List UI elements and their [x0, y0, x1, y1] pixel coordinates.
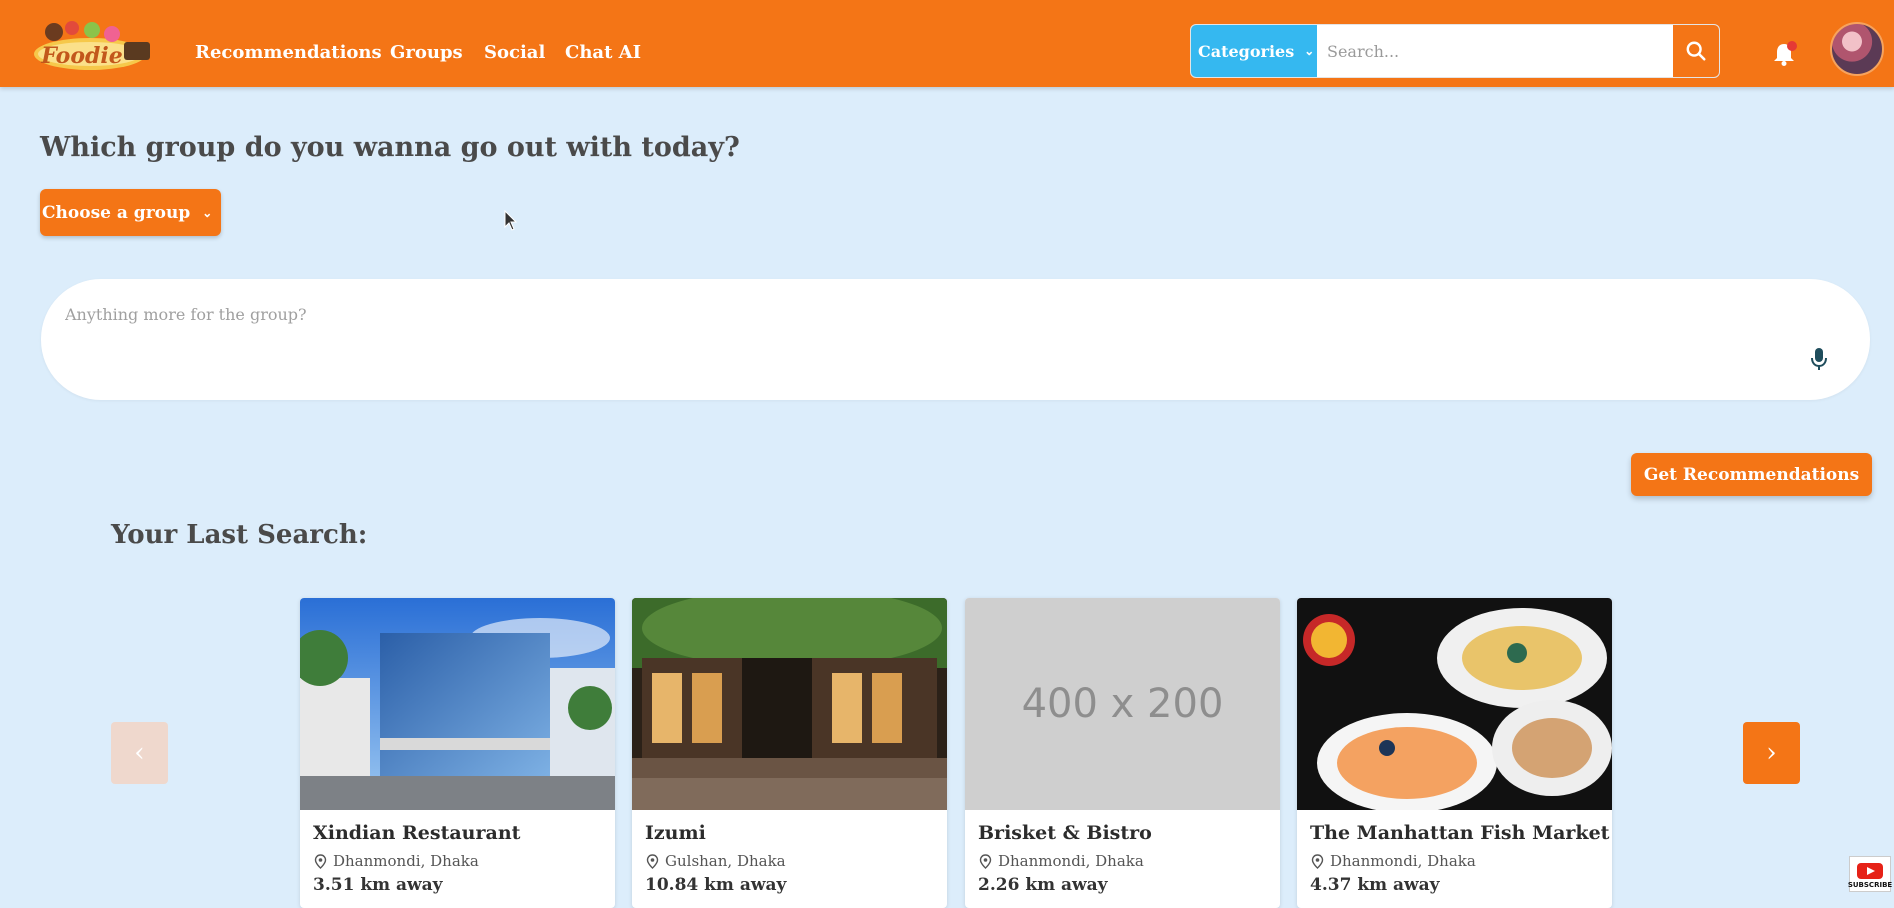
chevron-down-icon: ⌄ — [202, 205, 213, 220]
restaurant-image — [632, 598, 947, 810]
restaurant-card[interactable]: Izumi Gulshan, Dhaka 10.84 km away — [632, 598, 947, 908]
location-pin-icon — [314, 853, 327, 869]
chevron-left-icon: ‹ — [134, 738, 145, 768]
chevron-down-icon: ⌄ — [1304, 44, 1315, 58]
image-placeholder: 400 x 200 — [965, 598, 1280, 810]
search-bar: Categories ⌄ — [1190, 24, 1720, 78]
last-search-heading: Your Last Search: — [111, 520, 368, 550]
restaurant-location: Gulshan, Dhaka — [646, 852, 786, 870]
search-button[interactable] — [1672, 25, 1719, 77]
foodie-logo[interactable]: Foodie — [32, 12, 154, 76]
location-text: Dhanmondi, Dhaka — [998, 852, 1144, 870]
page-title: Which group do you wanna go out with tod… — [40, 132, 740, 163]
restaurant-card[interactable]: The Manhattan Fish Market Dhanmondi, Dha… — [1297, 598, 1612, 908]
restaurant-distance: 3.51 km away — [313, 875, 443, 895]
restaurant-distance: 10.84 km away — [645, 875, 787, 895]
location-text: Dhanmondi, Dhaka — [333, 852, 479, 870]
bell-icon — [1774, 41, 1797, 66]
logo-text: Foodie — [40, 43, 123, 69]
top-navbar: Foodie Recommendations Groups Social Cha… — [0, 0, 1894, 87]
choose-group-label: Choose a group — [42, 202, 191, 223]
location-pin-icon — [646, 853, 659, 869]
microphone-icon — [1811, 348, 1827, 370]
choose-group-dropdown[interactable]: Choose a group ⌄ — [40, 189, 221, 236]
restaurant-distance: 4.37 km away — [1310, 875, 1440, 895]
youtube-icon — [1857, 863, 1883, 879]
restaurant-image — [1297, 598, 1612, 810]
location-pin-icon — [979, 853, 992, 869]
restaurant-name: Brisket & Bistro — [978, 822, 1152, 844]
subscribe-label: SUBSCRIBE — [1847, 881, 1893, 889]
nav-social[interactable]: Social — [484, 42, 545, 63]
location-text: Gulshan, Dhaka — [665, 852, 786, 870]
restaurant-location: Dhanmondi, Dhaka — [314, 852, 479, 870]
group-prompt-box — [41, 279, 1870, 400]
notification-bell[interactable] — [1770, 40, 1798, 68]
mouse-cursor-icon — [504, 210, 518, 231]
restaurant-image — [300, 598, 615, 810]
get-recommendations-button[interactable]: Get Recommendations — [1631, 453, 1872, 496]
categories-dropdown[interactable]: Categories ⌄ — [1191, 25, 1317, 77]
restaurant-card[interactable]: Xindian Restaurant Dhanmondi, Dhaka 3.51… — [300, 598, 615, 908]
categories-label: Categories — [1198, 41, 1295, 61]
search-input[interactable] — [1319, 25, 1663, 77]
nav-groups[interactable]: Groups — [390, 42, 463, 63]
location-pin-icon — [1311, 853, 1324, 869]
restaurant-location: Dhanmondi, Dhaka — [1311, 852, 1476, 870]
search-icon — [1686, 41, 1706, 61]
nav-recommendations[interactable]: Recommendations — [195, 42, 382, 63]
restaurant-card[interactable]: 400 x 200 Brisket & Bistro Dhanmondi, Dh… — [965, 598, 1280, 908]
restaurant-distance: 2.26 km away — [978, 875, 1108, 895]
chevron-right-icon: › — [1766, 738, 1777, 768]
restaurant-name: Xindian Restaurant — [313, 822, 521, 844]
nav-chat-ai[interactable]: Chat AI — [565, 42, 641, 63]
restaurant-location: Dhanmondi, Dhaka — [979, 852, 1144, 870]
carousel-prev-button[interactable]: ‹ — [111, 722, 168, 784]
carousel-next-button[interactable]: › — [1743, 722, 1800, 784]
restaurant-name: Izumi — [645, 822, 706, 844]
avatar[interactable] — [1830, 22, 1884, 76]
restaurant-name: The Manhattan Fish Market — [1310, 822, 1610, 844]
subscribe-badge[interactable]: SUBSCRIBE — [1847, 856, 1893, 892]
microphone-button[interactable] — [1802, 342, 1836, 376]
group-prompt-input[interactable] — [63, 293, 1767, 335]
location-text: Dhanmondi, Dhaka — [1330, 852, 1476, 870]
